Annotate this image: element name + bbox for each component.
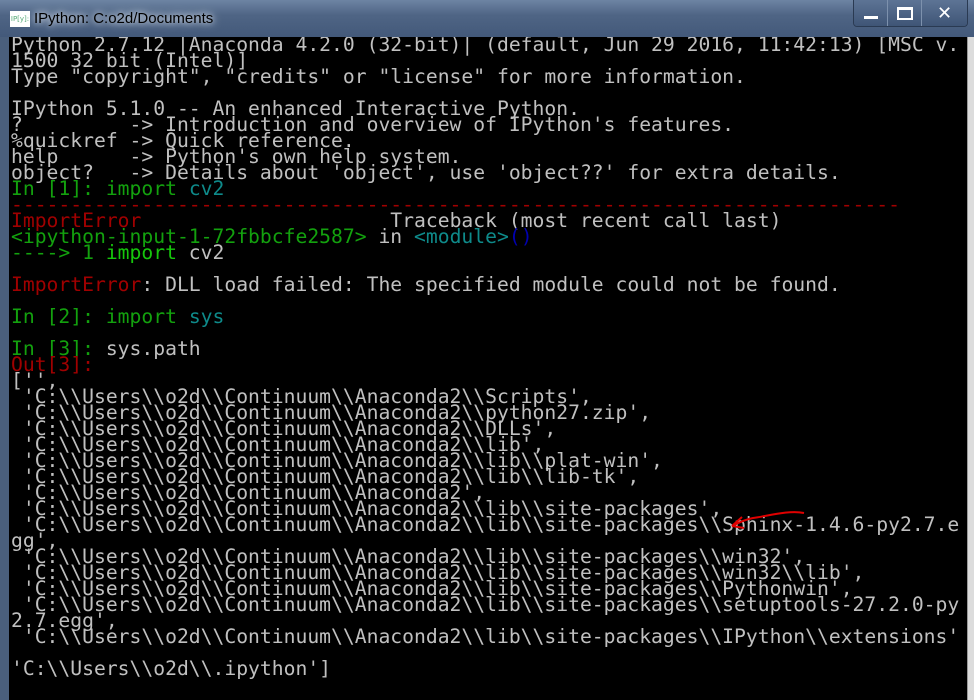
scrollbar[interactable] xyxy=(967,37,974,700)
console-output[interactable]: Python 2.7.12 |Anaconda 4.2.0 (32-bit)| … xyxy=(9,37,967,700)
keyword: import xyxy=(105,305,177,328)
console-text: Python 2.7.12 |Anaconda 4.2.0 (32-bit)| … xyxy=(9,37,967,680)
parens: () xyxy=(508,225,533,248)
ipython-window: IP[y]: IPython: C:o2d/Documents ✕ Python… xyxy=(0,0,974,700)
banner: Python 2.7.12 |Anaconda 4.2.0 (32-bit)| … xyxy=(11,37,967,182)
code: sys.path xyxy=(105,337,201,360)
ipython-icon[interactable]: IP[y]: xyxy=(10,11,30,27)
in-prompt: In [2]: xyxy=(11,305,106,328)
close-icon: ✕ xyxy=(936,2,953,24)
output-line: 'C:\\Users\\o2d\\Continuum\\Anaconda2\\l… xyxy=(11,593,960,616)
minimize-icon xyxy=(863,15,878,19)
error-message-line: ImportError: DLL load failed: The specif… xyxy=(11,275,967,295)
minimize-button[interactable] xyxy=(854,0,887,26)
keyword: import xyxy=(105,241,177,264)
window-title: IPython: C:o2d/Documents xyxy=(34,10,214,27)
in-word: in xyxy=(366,225,415,248)
output-line: 'C:\\Users\\o2d\\Continuum\\Anaconda2\\l… xyxy=(11,513,960,536)
module-ref: <module> xyxy=(414,225,509,248)
arrow-marker: ----> 1 xyxy=(11,241,106,264)
module-name: sys xyxy=(188,305,225,328)
red-arrow-annotation xyxy=(731,511,805,529)
in2-line: In [2]: import sys xyxy=(11,307,967,327)
window-controls: ✕ xyxy=(853,0,968,27)
output-line: 'C:\\Users\\o2d\\Continuum\\Anaconda2\\l… xyxy=(11,625,960,648)
maximize-icon xyxy=(896,6,913,20)
code: cv2 xyxy=(176,241,225,264)
error-message: : DLL load failed: The specified module … xyxy=(141,273,841,296)
banner-line: Type "copyright", "credits" or "license"… xyxy=(11,65,746,88)
error-name: ImportError xyxy=(11,273,142,296)
close-button[interactable]: ✕ xyxy=(921,0,967,26)
sys-path-output: ['', 'C:\\Users\\o2d\\Continuum\\Anacond… xyxy=(11,371,967,680)
maximize-button[interactable] xyxy=(887,0,921,26)
output-line: 'C:\\Users\\o2d\\.ipython'] xyxy=(11,657,332,680)
in3-line: In [3]: sys.path xyxy=(11,339,967,359)
title-bar[interactable]: IP[y]: IPython: C:o2d/Documents ✕ xyxy=(0,0,974,37)
